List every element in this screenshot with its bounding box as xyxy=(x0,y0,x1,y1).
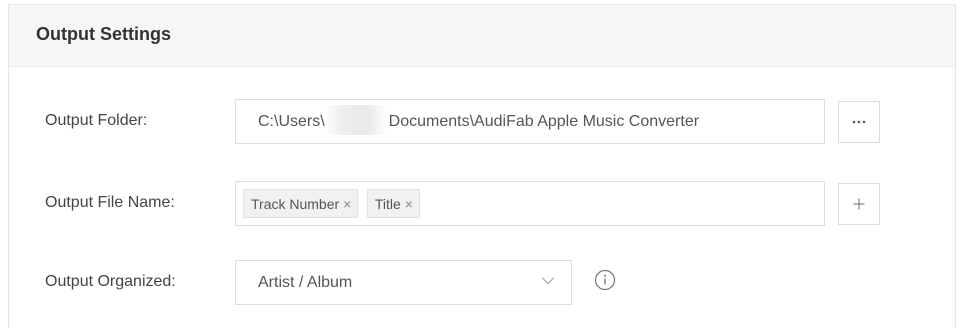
close-icon[interactable]: × xyxy=(343,190,351,219)
filename-tag-track-number: Track Number × xyxy=(243,189,359,219)
output-file-name-field[interactable]: Track Number × Title × xyxy=(235,181,825,226)
output-folder-field[interactable]: C:\Users\ Documents\AudiFab Apple Music C… xyxy=(235,99,825,144)
output-file-name-label: Output File Name: xyxy=(45,194,175,211)
close-icon[interactable]: × xyxy=(405,190,413,219)
output-settings-panel: Output Settings Output Folder: C:\Users\… xyxy=(8,4,956,328)
output-folder-label: Output Folder: xyxy=(45,112,148,129)
filename-tag-title: Title × xyxy=(366,189,420,219)
output-organized-select[interactable]: Artist / Album xyxy=(235,260,572,305)
ellipsis-icon xyxy=(852,120,866,124)
tag-label: Track Number xyxy=(251,196,340,212)
add-filename-tag-button[interactable] xyxy=(838,183,880,225)
output-folder-path-suffix: Documents\AudiFab Apple Music Converter xyxy=(388,113,700,130)
output-organized-value: Artist / Album xyxy=(258,274,353,291)
plus-icon xyxy=(853,198,865,210)
output-folder-path-prefix: C:\Users\ xyxy=(258,113,325,130)
tag-label: Title xyxy=(374,196,401,212)
info-icon[interactable] xyxy=(594,269,616,291)
panel-title: Output Settings xyxy=(36,24,171,44)
output-organized-label: Output Organized: xyxy=(45,273,176,290)
browse-folder-button[interactable] xyxy=(838,101,880,143)
panel-header: Output Settings xyxy=(9,5,955,67)
redacted-username xyxy=(324,104,387,135)
chevron-down-icon xyxy=(541,277,555,285)
